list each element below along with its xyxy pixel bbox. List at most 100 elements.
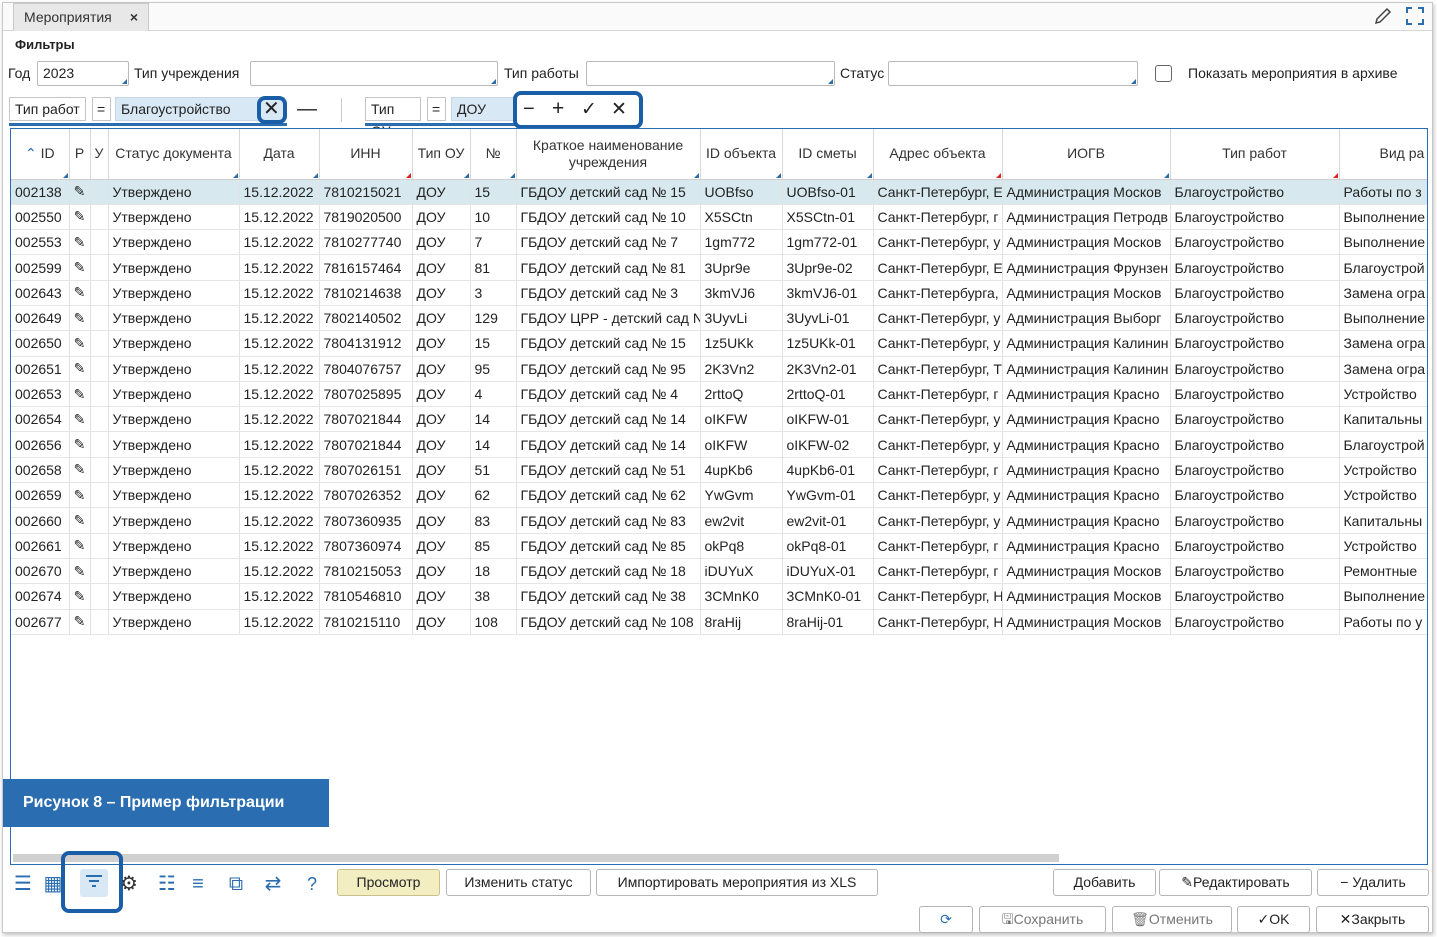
cell-inn: 7810214638 [319, 280, 413, 306]
add-row-list-icon[interactable]: ≡ [186, 872, 210, 896]
settings-gear-icon[interactable]: ⚙ [117, 872, 141, 896]
tab-events[interactable]: Мероприятия × [13, 3, 149, 31]
add-button[interactable]: Добавить [1053, 869, 1156, 896]
fullscreen-icon[interactable] [1404, 5, 1426, 27]
table-row[interactable]: 002656 ✎ Утверждено 15.12.2022 7807021844 ДОУ… [11, 431, 1427, 458]
help-icon[interactable]: ? [300, 872, 324, 896]
table-row[interactable]: 002661 ✎ Утверждено 15.12.2022 7807360974 ДОУ… [11, 533, 1427, 559]
quick-filter-2-field[interactable]: Тип ОУ [365, 97, 421, 139]
institution-type-input[interactable] [250, 61, 498, 86]
row-edit-pencil-icon[interactable]: ✎ [69, 406, 91, 433]
quick-filter-1-operator[interactable]: = [92, 97, 111, 121]
cell-ou-type: ДОУ [412, 204, 471, 231]
work-type-input[interactable] [586, 61, 835, 86]
col-header-doc-status[interactable]: Статус документа [108, 129, 240, 180]
col-header-u[interactable]: У [90, 129, 109, 180]
table-row[interactable]: 002658 ✎ Утверждено 15.12.2022 7807026151 ДОУ… [11, 457, 1427, 484]
col-header-r[interactable]: Р [69, 129, 91, 180]
row-edit-pencil-icon[interactable]: ✎ [69, 558, 91, 585]
table-row[interactable]: 002138 ✎ Утверждено 15.12.2022 7810215021 ДОУ… [11, 179, 1427, 205]
row-edit-pencil-icon[interactable]: ✎ [69, 457, 91, 484]
save-button[interactable]: 🖫Сохранить [979, 906, 1106, 933]
row-edit-pencil-icon[interactable]: ✎ [69, 507, 91, 534]
close-tab-icon[interactable]: × [130, 4, 138, 30]
table-row[interactable]: 002674 ✎ Утверждено 15.12.2022 7810546810 ДОУ… [11, 583, 1427, 610]
col-header-inn[interactable]: ИНН [319, 129, 413, 180]
table-row[interactable]: 002650 ✎ Утверждено 15.12.2022 7804131912 ДОУ… [11, 330, 1427, 357]
institution-type-label: Тип учреждения [134, 65, 240, 81]
cell-inn: 7807025895 [319, 381, 413, 408]
row-edit-pencil-icon[interactable]: ✎ [69, 254, 91, 281]
table-row[interactable]: 002677 ✎ Утверждено 15.12.2022 7810215110 ДОУ… [11, 609, 1427, 635]
table-row[interactable]: 002599 ✎ Утверждено 15.12.2022 7816157464 ДОУ… [11, 254, 1427, 281]
open-external-icon[interactable]: ⧉ [224, 872, 248, 896]
row-edit-pencil-icon[interactable]: ✎ [69, 381, 91, 408]
apply-check-icon[interactable]: ✓ [581, 98, 597, 121]
edit-pencil-icon[interactable] [1372, 5, 1394, 27]
row-edit-pencil-icon[interactable]: ✎ [69, 482, 91, 509]
cell-inn: 7807026352 [319, 482, 413, 509]
list-view-icon[interactable]: ☰ [11, 872, 35, 896]
import-xls-button[interactable]: Импортировать мероприятия из XLS [596, 869, 878, 896]
row-edit-pencil-icon[interactable]: ✎ [69, 179, 91, 205]
quick-filter-1-field[interactable]: Тип работ [9, 97, 86, 121]
row-edit-pencil-icon[interactable]: ✎ [69, 204, 91, 231]
table-row[interactable]: 002660 ✎ Утверждено 15.12.2022 7807360935 ДОУ… [11, 507, 1427, 534]
cell-object-id: 1gm772 [700, 229, 783, 256]
quick-filter-2-value[interactable]: ДОУ [451, 97, 515, 121]
row-edit-pencil-icon[interactable]: ✎ [69, 609, 91, 635]
edit-button[interactable]: ✎Редактировать [1159, 869, 1312, 896]
year-input[interactable]: 2023 [37, 61, 129, 86]
col-header-id[interactable]: ⌃ ID [11, 129, 70, 180]
table-row[interactable]: 002643 ✎ Утверждено 15.12.2022 7810214638 ДОУ… [11, 280, 1427, 306]
cancel-button[interactable]: 🗑Отменить [1112, 906, 1232, 933]
archive-checkbox[interactable] [1155, 65, 1172, 82]
table-row[interactable]: 002670 ✎ Утверждено 15.12.2022 7810215053 ДОУ… [11, 558, 1427, 585]
status-input[interactable] [888, 61, 1138, 86]
filter-toggle-icon[interactable] [80, 869, 108, 897]
col-header-address[interactable]: Адрес объекта [873, 129, 1003, 180]
col-header-work-type[interactable]: Тип работ [1170, 129, 1340, 180]
row-edit-pencil-icon[interactable]: ✎ [69, 330, 91, 357]
horizontal-scrollbar[interactable] [13, 854, 1059, 862]
change-status-button[interactable]: Изменить статус [446, 869, 591, 896]
close-button[interactable]: ✕Закрыть [1316, 906, 1429, 933]
table-row[interactable]: 002651 ✎ Утверждено 15.12.2022 7804076757 ДОУ… [11, 356, 1427, 382]
row-edit-pencil-icon[interactable]: ✎ [69, 356, 91, 382]
numbered-list-icon[interactable]: ☷ [155, 872, 179, 896]
col-header-iogv[interactable]: ИОГВ [1002, 129, 1171, 180]
plus-icon[interactable]: + [552, 97, 564, 121]
refresh-button[interactable]: ⟳ [919, 906, 973, 933]
col-header-estimate-id[interactable]: ID сметы [782, 129, 874, 180]
col-header-number[interactable]: № [470, 129, 517, 180]
cell-work-type: Благоустройство [1170, 583, 1340, 610]
table-row[interactable]: 002553 ✎ Утверждено 15.12.2022 7810277740 ДОУ… [11, 229, 1427, 256]
quick-filter-2-operator[interactable]: = [427, 97, 446, 121]
row-edit-pencil-icon[interactable]: ✎ [69, 305, 91, 332]
col-header-ou-type[interactable]: Тип ОУ [412, 129, 471, 180]
refresh-swap-icon[interactable]: ⇄ [261, 872, 285, 896]
col-header-object-id[interactable]: ID объекта [700, 129, 783, 180]
close-button-label: Закрыть [1351, 911, 1406, 927]
view-button[interactable]: Просмотр [337, 869, 440, 896]
col-header-date[interactable]: Дата [239, 129, 320, 180]
row-edit-pencil-icon[interactable]: ✎ [69, 583, 91, 610]
row-edit-pencil-icon[interactable]: ✎ [69, 280, 91, 306]
cancel-x-icon[interactable]: ✕ [611, 98, 627, 121]
table-row[interactable]: 002654 ✎ Утверждено 15.12.2022 7807021844 ДОУ… [11, 406, 1427, 433]
delete-button[interactable]: − Удалить [1317, 869, 1429, 896]
row-edit-pencil-icon[interactable]: ✎ [69, 533, 91, 559]
col-header-short-name[interactable]: Краткое наименование учреждения [516, 129, 701, 180]
minus-icon[interactable]: − [523, 98, 535, 121]
remove-condition-icon[interactable]: — [297, 99, 317, 119]
row-edit-pencil-icon[interactable]: ✎ [69, 229, 91, 256]
col-header-work-kind[interactable]: Вид ра [1339, 129, 1427, 180]
ok-button[interactable]: ✓OK [1237, 906, 1310, 933]
row-edit-pencil-icon[interactable]: ✎ [69, 431, 91, 458]
table-row[interactable]: 002649 ✎ Утверждено 15.12.2022 7802140502 ДОУ… [11, 305, 1427, 332]
clear-filter-icon[interactable]: ✕ [263, 99, 280, 119]
table-row[interactable]: 002550 ✎ Утверждено 15.12.2022 7819020500 ДОУ… [11, 204, 1427, 231]
cell-doc-status: Утверждено [108, 583, 240, 610]
table-row[interactable]: 002653 ✎ Утверждено 15.12.2022 7807025895 ДОУ… [11, 381, 1427, 408]
table-row[interactable]: 002659 ✎ Утверждено 15.12.2022 7807026352 ДОУ… [11, 482, 1427, 509]
